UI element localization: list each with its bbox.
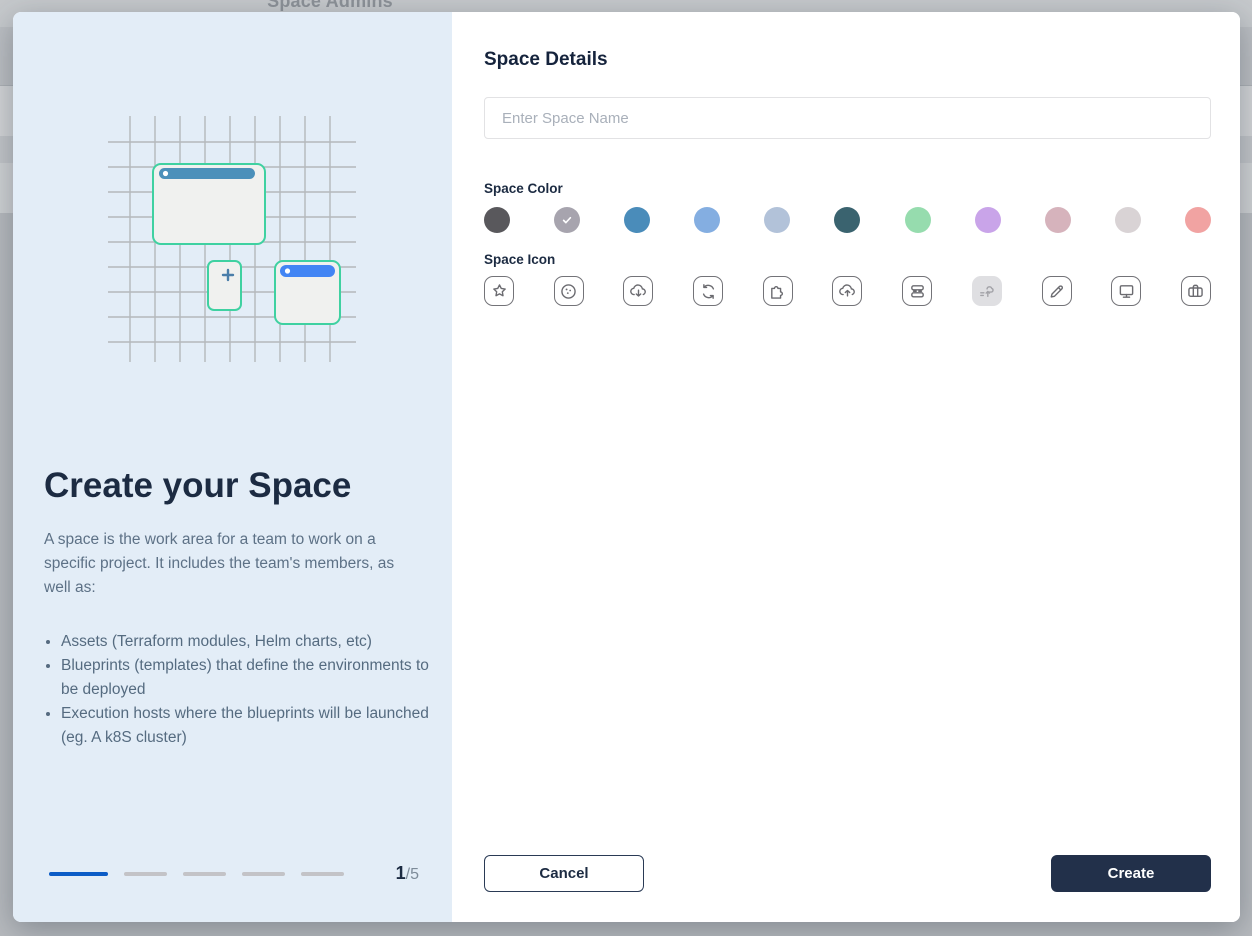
bullet-list: Assets (Terraform modules, Helm charts, …: [61, 630, 429, 750]
color-swatch-gray[interactable]: [554, 207, 581, 233]
form-title: Space Details: [484, 49, 608, 70]
color-swatch-mint-green[interactable]: [904, 207, 931, 233]
icon-option-cloud-migrate-icon[interactable]: [971, 276, 1002, 306]
create-button[interactable]: Create: [1051, 855, 1211, 892]
color-swatch-pale-blue[interactable]: [764, 207, 791, 233]
icon-option-cloud-download-icon[interactable]: [623, 276, 654, 306]
color-swatch-light-gray[interactable]: [1114, 207, 1141, 233]
workspace-illustration: [108, 116, 356, 362]
progress-bar-step-5: [301, 872, 344, 876]
color-swatch-dusty-pink[interactable]: [1044, 207, 1071, 233]
progress-total: /5: [405, 866, 419, 883]
progress-step-counter: 1/5: [396, 863, 419, 884]
background-page-title: Space Admins: [267, 0, 393, 11]
color-swatch-lavender[interactable]: [974, 207, 1001, 233]
icon-option-puzzle-icon[interactable]: [762, 276, 793, 306]
icon-option-briefcase-icon[interactable]: [1180, 276, 1211, 306]
list-item: Blueprints (templates) that define the e…: [61, 654, 429, 702]
color-swatch-light-blue[interactable]: [694, 207, 721, 233]
wizard-info-panel: Create your Space A space is the work ar…: [13, 12, 452, 922]
progress-bar-step-2: [124, 872, 167, 876]
space-details-panel: Space Details Space Color Space Icon Can…: [452, 12, 1240, 922]
progress-bar-step-3: [183, 872, 226, 876]
window-plus: [207, 260, 242, 311]
window-large: [152, 163, 266, 245]
icon-option-pencil-icon[interactable]: [1041, 276, 1072, 306]
wizard-title: Create your Space: [44, 466, 352, 505]
space-icon-label: Space Icon: [484, 252, 556, 267]
progress-bar-step-1: [49, 872, 108, 876]
list-item: Execution hosts where the blueprints wil…: [61, 702, 429, 750]
progress-current: 1: [395, 863, 406, 883]
cancel-button[interactable]: Cancel: [484, 855, 644, 892]
icon-option-refresh-icon[interactable]: [693, 276, 724, 306]
wizard-description: A space is the work area for a team to w…: [44, 531, 395, 596]
window-medium: [274, 260, 341, 325]
icon-option-monitor-icon[interactable]: [1111, 276, 1142, 306]
icon-option-server-stack-icon[interactable]: [902, 276, 933, 306]
list-item: Assets (Terraform modules, Helm charts, …: [61, 630, 429, 654]
create-space-modal: Create your Space A space is the work ar…: [13, 12, 1240, 922]
check-icon: [562, 216, 572, 224]
color-swatch-charcoal[interactable]: [484, 207, 510, 233]
color-swatch-dark-teal[interactable]: [834, 207, 861, 233]
space-color-row: [484, 207, 1211, 233]
progress-bars: [49, 872, 344, 876]
progress-bar-step-4: [242, 872, 285, 876]
space-color-label: Space Color: [484, 181, 563, 196]
space-icon-row: [484, 276, 1211, 306]
color-swatch-salmon[interactable]: [1184, 207, 1211, 233]
icon-option-cookie-icon[interactable]: [553, 276, 584, 306]
color-swatch-steel-blue[interactable]: [624, 207, 651, 233]
space-name-input[interactable]: [484, 97, 1211, 139]
icon-option-star-icon[interactable]: [484, 276, 514, 306]
icon-option-cloud-upload-icon[interactable]: [832, 276, 863, 306]
